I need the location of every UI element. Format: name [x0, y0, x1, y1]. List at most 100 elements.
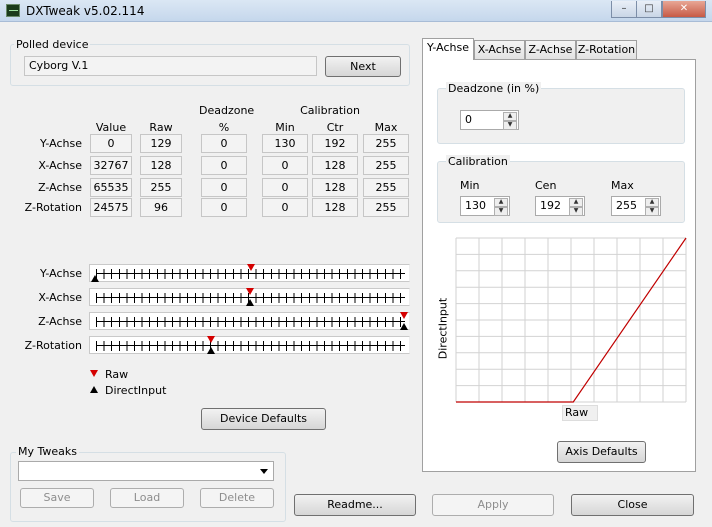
table-cell: 255 — [363, 198, 409, 217]
load-button[interactable]: Load — [110, 488, 184, 508]
table-cell: 128 — [312, 178, 358, 197]
directinput-legend-label: DirectInput — [105, 384, 167, 397]
table-cell: 0 — [90, 134, 132, 153]
next-button[interactable]: Next — [325, 56, 401, 77]
spin-down-icon[interactable]: ▼ — [503, 121, 517, 130]
table-cell: 130 — [262, 134, 308, 153]
axis-defaults-button[interactable]: Axis Defaults — [557, 441, 646, 463]
slider-label: Z-Rotation — [24, 339, 82, 352]
deadzone-group-label: Deadzone (in %) — [446, 82, 542, 95]
directinput-marker-icon — [91, 275, 99, 282]
cal-max-label: Max — [611, 179, 634, 192]
table-cell: 0 — [201, 156, 247, 175]
column-header: Value — [95, 121, 127, 134]
cal-cen-spinbox[interactable]: 192 ▲ ▼ — [535, 196, 585, 216]
close-button[interactable]: Close — [571, 494, 694, 516]
table-cell: 128 — [312, 156, 358, 175]
tab-x-achse[interactable]: X-Achse — [474, 40, 525, 59]
tweaks-select[interactable] — [18, 461, 274, 481]
close-window-button[interactable]: ✕ — [662, 1, 706, 18]
axis-slider — [89, 336, 410, 354]
table-cell: 96 — [140, 198, 182, 217]
column-header: Raw — [149, 121, 173, 134]
my-tweaks-label: My Tweaks — [16, 445, 80, 458]
raw-marker-icon — [246, 288, 255, 295]
table-cell: 0 — [262, 156, 308, 175]
table-cell: 128 — [312, 198, 358, 217]
axis-row-label: X-Achse — [38, 159, 82, 172]
table-cell: 192 — [312, 134, 358, 153]
table-cell: 0 — [262, 198, 308, 217]
table-cell: 255 — [363, 134, 409, 153]
apply-button[interactable]: Apply — [432, 494, 554, 516]
response-curve-chart — [455, 237, 687, 403]
app-icon — [6, 4, 20, 17]
maximize-button[interactable]: □ — [636, 1, 662, 18]
directinput-marker-icon — [246, 299, 255, 306]
slider-label: Y-Achse — [40, 267, 82, 280]
table-cell: 0 — [262, 178, 308, 197]
raw-marker-icon — [207, 336, 216, 343]
table-cell: 128 — [140, 156, 182, 175]
spin-up-icon[interactable]: ▲ — [569, 198, 583, 207]
table-cell: 32767 — [90, 156, 132, 175]
save-button[interactable]: Save — [20, 488, 94, 508]
table-cell: 255 — [363, 156, 409, 175]
calibration-header: Calibration — [300, 104, 360, 117]
readme-button[interactable]: Readme... — [294, 494, 416, 516]
spin-up-icon[interactable]: ▲ — [503, 112, 517, 121]
tab-y-achse[interactable]: Y-Achse — [422, 38, 474, 60]
table-cell: 24575 — [90, 198, 132, 217]
column-header: Ctr — [326, 121, 344, 134]
table-cell: 0 — [201, 134, 247, 153]
cal-max-spinbox[interactable]: 255 ▲ ▼ — [611, 196, 661, 216]
window-title: DXTweak v5.02.114 — [26, 4, 145, 18]
chevron-down-icon — [260, 469, 268, 474]
raw-marker-icon — [90, 370, 98, 377]
spin-down-icon[interactable]: ▼ — [645, 207, 659, 216]
raw-legend-label: Raw — [105, 368, 129, 381]
device-defaults-button[interactable]: Device Defaults — [201, 408, 326, 430]
axis-slider — [89, 312, 410, 330]
spin-up-icon[interactable]: ▲ — [645, 198, 659, 207]
minimize-button[interactable]: – — [611, 1, 637, 18]
cal-min-label: Min — [460, 179, 480, 192]
table-cell: 255 — [363, 178, 409, 197]
spin-down-icon[interactable]: ▼ — [569, 207, 583, 216]
table-cell: 0 — [201, 198, 247, 217]
delete-button[interactable]: Delete — [200, 488, 274, 508]
deadzone-value: 0 — [465, 113, 472, 126]
cal-cen-label: Cen — [535, 179, 557, 192]
polled-device-label: Polled device — [14, 38, 91, 51]
spin-down-icon[interactable]: ▼ — [494, 207, 508, 216]
column-header: % — [218, 121, 230, 134]
table-cell: 129 — [140, 134, 182, 153]
deadzone-spinbox[interactable]: 0 ▲ ▼ — [460, 110, 519, 130]
tab-z-achse[interactable]: Z-Achse — [525, 40, 576, 59]
y-axis-label: DirectInput — [436, 297, 450, 360]
calibration-group-label: Calibration — [446, 155, 510, 168]
cal-min-spinbox[interactable]: 130 ▲ ▼ — [460, 196, 510, 216]
deadzone-header: Deadzone — [199, 104, 255, 117]
cal-min-value: 130 — [465, 199, 486, 212]
axis-row-label: Y-Achse — [40, 137, 82, 150]
table-cell: 65535 — [90, 178, 132, 197]
axis-row-label: Z-Achse — [38, 181, 82, 194]
tab-z-rotation[interactable]: Z-Rotation — [576, 40, 637, 59]
table-cell: 0 — [201, 178, 247, 197]
slider-label: Z-Achse — [38, 315, 82, 328]
axis-row-label: Z-Rotation — [24, 201, 82, 214]
directinput-marker-icon — [207, 347, 216, 354]
x-axis-label: Raw — [562, 405, 598, 421]
device-name-field: Cyborg V.1 — [24, 56, 317, 76]
table-cell: 255 — [140, 178, 182, 197]
directinput-marker-icon — [400, 323, 408, 330]
raw-marker-icon — [400, 312, 408, 319]
raw-marker-icon — [247, 264, 256, 271]
directinput-marker-icon — [90, 386, 98, 393]
spin-up-icon[interactable]: ▲ — [494, 198, 508, 207]
cal-cen-value: 192 — [540, 199, 561, 212]
cal-max-value: 255 — [616, 199, 637, 212]
column-header: Min — [275, 121, 295, 134]
slider-label: X-Achse — [38, 291, 82, 304]
